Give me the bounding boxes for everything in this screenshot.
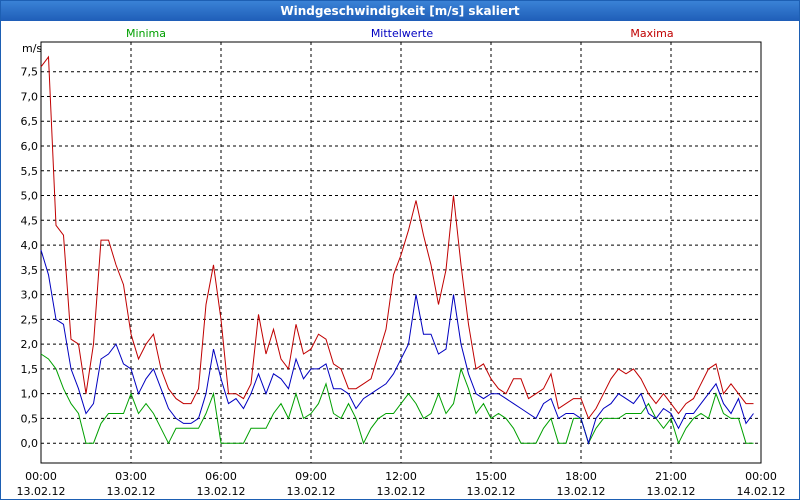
x-tick-time: 00:00 [25,470,57,483]
y-tick-label: 2,5 [21,313,39,326]
x-tick-time: 15:00 [475,470,507,483]
x-tick-date: 13.02.12 [377,485,426,498]
y-tick-label: 4,0 [21,239,39,252]
y-tick-label: 1,5 [21,363,39,376]
x-tick-date: 13.02.12 [107,485,156,498]
x-tick-date: 13.02.12 [287,485,336,498]
x-tick-time: 18:00 [565,470,597,483]
series-line-maxima [40,55,754,420]
y-tick-label: 4,5 [21,214,39,227]
x-tick-time: 06:00 [205,470,237,483]
y-tick-label: 0,0 [21,437,39,450]
x-tick-date: 13.02.12 [17,485,66,498]
x-tick-date: 13.02.12 [557,485,606,498]
x-tick-time: 00:00 [745,470,777,483]
y-tick-label: 2,0 [21,338,39,351]
x-tick-date: 13.02.12 [467,485,516,498]
chart-canvas: 0,0 0,5 1,0 1,5 2,0 2,5 3,0 3,5 4,0 4,5 5,0 5,5 6,0 6… [17,27,786,498]
y-tick-label: 5,0 [21,190,39,203]
legend-mittelwerte: Mittelwerte [371,27,434,40]
chart-window: Windgeschwindigkeit [m/s] skaliert 0,0 0,… [0,0,800,500]
x-tick-time: 09:00 [295,470,327,483]
x-tick-time: 03:00 [115,470,147,483]
x-tick-date: 14.02.12 [737,485,786,498]
y-tick-label: 7,5 [21,66,39,79]
y-tick-labels: 0,0 0,5 1,0 1,5 2,0 2,5 3,0 3,5 4,0 4,5 5,0 5,5 6,0 6… [21,66,39,450]
y-tick-label: 6,5 [21,115,39,128]
y-unit-label: m/s [22,42,42,55]
y-tick-label: 3,0 [21,289,39,302]
x-tick-time: 12:00 [385,470,417,483]
series-line-mittelwerte [40,249,754,445]
x-tick-date: 13.02.12 [197,485,246,498]
x-tick-date: 13.02.12 [647,485,696,498]
x-tick-time: 21:00 [655,470,687,483]
y-tick-label: 7,0 [21,90,39,103]
legend-minima: Minima [126,27,166,40]
y-tick-label: 1,0 [21,388,39,401]
y-tick-label: 5,5 [21,165,39,178]
legend-maxima: Maxima [630,27,673,40]
x-tick-labels: 00:00 13.02.12 03:00 13.02.12 06:00 13.02.12 0… [17,470,786,498]
y-tick-label: 6,0 [21,140,39,153]
y-tick-label: 3,5 [21,264,39,277]
y-tick-label: 0,5 [21,412,39,425]
series-lines [40,55,754,445]
